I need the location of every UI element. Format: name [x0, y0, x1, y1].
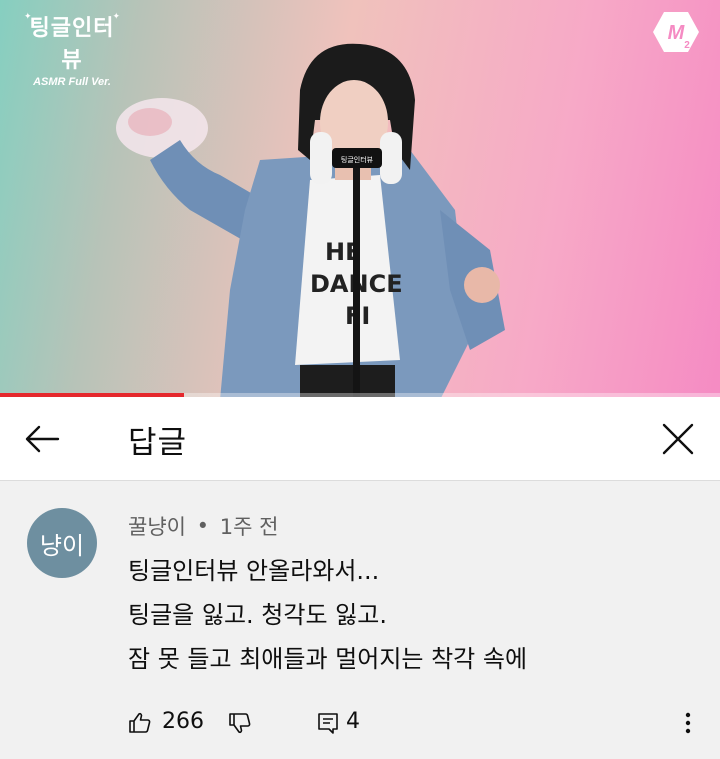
mic-label: 팅글인터뷰	[341, 155, 374, 164]
back-button[interactable]	[22, 419, 62, 459]
comment-line: 팅글인터뷰 안올라와서...	[128, 557, 380, 585]
like-count: 266	[162, 709, 204, 734]
comment-time: 1주 전	[219, 515, 279, 539]
comment-author[interactable]: 꿀냥이	[128, 515, 186, 539]
show-logo-subtitle: ASMR Full Ver.	[33, 76, 111, 88]
comment-thread: 냥이 꿀냥이 • 1주 전 팅글인터뷰 안올라와서... 팅글을 잃고. 청각도…	[0, 481, 720, 759]
more-options-button[interactable]	[678, 707, 698, 739]
svg-text:2: 2	[684, 40, 690, 51]
comment-icon	[318, 713, 338, 734]
meta-separator: •	[196, 514, 210, 538]
sparkle-icon: ✦	[112, 12, 120, 22]
performer-figure: HE DANCE FI 팅글인터뷰	[116, 43, 505, 397]
svg-text:M: M	[668, 22, 686, 44]
avatar[interactable]: 냥이	[27, 508, 97, 578]
page-title: 답글	[128, 425, 188, 461]
close-icon	[662, 423, 694, 455]
arrow-left-icon	[25, 425, 60, 453]
thumbs-up-icon	[129, 712, 151, 733]
comment-actions: 266 4	[128, 707, 708, 739]
close-button[interactable]	[656, 417, 700, 461]
comment-line: 팅글을 잃고. 청각도 잃고.	[128, 601, 387, 629]
reply-button[interactable]	[316, 707, 340, 739]
channel-logo-icon: M 2	[653, 12, 699, 52]
comment-meta: 꿀냥이 • 1주 전	[128, 511, 278, 541]
comment-body: 팅글인터뷰 안올라와서... 팅글을 잃고. 청각도 잃고. 잠 못 들고 최애…	[128, 549, 527, 681]
show-logo: ✦ ✦ 팅글인터뷰 ASMR Full Ver.	[22, 10, 122, 88]
replies-header: 답글	[0, 397, 720, 481]
thumbs-down-icon	[229, 713, 251, 734]
dislike-button[interactable]	[228, 707, 252, 739]
sparkle-icon: ✦	[24, 12, 32, 22]
reply-count: 4	[346, 709, 360, 734]
like-button[interactable]	[128, 707, 152, 739]
show-logo-title: 팅글인터뷰	[29, 16, 115, 73]
video-player[interactable]: ✦ ✦ 팅글인터뷰 ASMR Full Ver. M 2 HE DANCE FI	[0, 0, 720, 397]
more-vertical-icon	[685, 712, 691, 734]
comment-line: 잠 못 들고 최애들과 멀어지는 착각 속에	[128, 645, 528, 673]
